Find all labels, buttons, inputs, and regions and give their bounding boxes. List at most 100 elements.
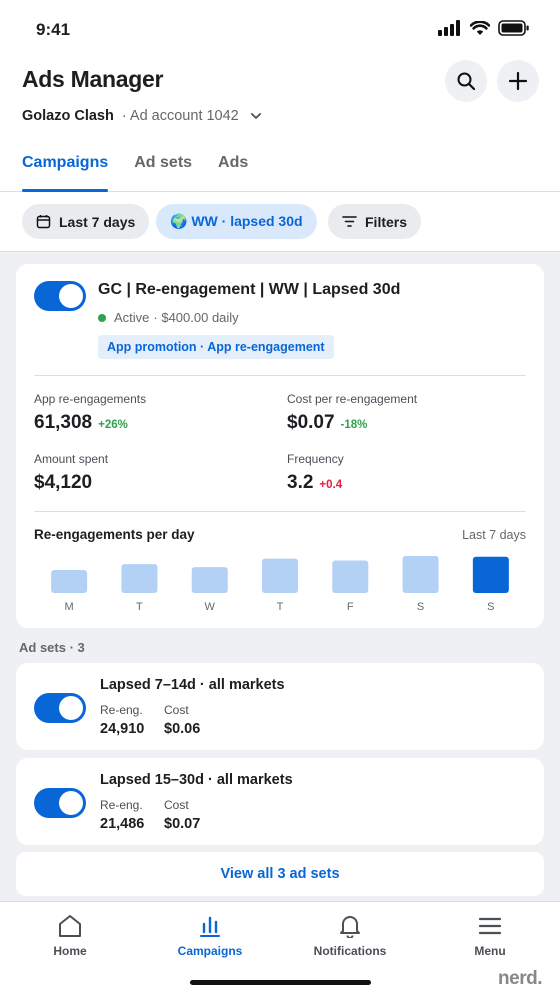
adset-re-engagements: Re-eng. 24,910 [100, 703, 144, 737]
divider [34, 511, 526, 512]
campaign-card[interactable]: GC | Re-engagement | WW | Lapsed 30d Act… [16, 264, 544, 628]
search-icon [457, 72, 476, 91]
hamburger-icon [478, 917, 502, 935]
audience-label: 🌍 WW · lapsed 30d [170, 213, 303, 229]
filter-bar: Last 7 days 🌍 WW · lapsed 30d Filters [0, 192, 560, 252]
nav-label: Home [53, 944, 87, 958]
chart-tick-label: T [277, 601, 284, 613]
metric-frequency: Frequency 3.2 +0.4 [287, 452, 344, 494]
stat-value: 21,486 [100, 816, 145, 832]
chart-title: Re-engagements per day [34, 527, 195, 542]
metric-amount-spent: Amount spent $4,120 [34, 452, 108, 494]
stat-label: Cost [164, 703, 189, 717]
chart-tick-label: S [487, 601, 494, 613]
status-label: Active [114, 310, 150, 325]
page-title: Ads Manager [22, 66, 164, 92]
chart-bar [121, 564, 158, 593]
stat-value: $0.07 [164, 816, 201, 832]
chart-tick-label: M [65, 601, 74, 613]
stat-value: 24,910 [100, 721, 145, 737]
chart-tick-label: W [205, 601, 216, 613]
metric-delta: -18% [340, 419, 368, 431]
account-name: Golazo Clash [22, 108, 114, 124]
adset-cost: Cost $0.06 [164, 703, 200, 737]
metric-value: 61,308 [34, 412, 93, 433]
stat-label: Cost [164, 798, 189, 812]
nav-campaigns[interactable]: Campaigns [140, 914, 280, 958]
tab-bar: Campaigns Ad sets Ads [22, 150, 274, 192]
chart-tick-label: T [136, 601, 143, 613]
campaign-name: GC | Re-engagement | WW | Lapsed 30d [98, 281, 401, 298]
nav-label: Menu [474, 944, 506, 958]
bottom-nav: Home Campaigns Notifications Menu nerd. [0, 901, 560, 996]
campaign-toggle[interactable] [34, 281, 86, 311]
adset-toggle[interactable] [34, 693, 86, 723]
watermark-logo: nerd. [498, 968, 542, 989]
audience-chip[interactable]: 🌍 WW · lapsed 30d [156, 204, 317, 239]
status-icons [438, 20, 530, 36]
account-switcher[interactable]: Golazo Clash · Ad account 1042 [22, 108, 263, 124]
create-button[interactable] [497, 60, 539, 102]
tab-ad-sets[interactable]: Ad sets [134, 150, 192, 192]
status-bar: 9:41 [0, 0, 560, 58]
metric-delta: +0.4 [319, 479, 343, 491]
chart-tick-label: F [347, 601, 354, 613]
bar-chart-icon [200, 916, 220, 937]
adset-card[interactable]: Lapsed 7–14d · all markets Re-eng. 24,91… [16, 663, 544, 750]
plus-icon [508, 71, 528, 91]
chart-bar [472, 556, 509, 593]
adset-name: Lapsed 7–14d · all markets [100, 677, 285, 693]
status-time: 9:41 [36, 20, 71, 39]
metric-cost-per-re-engagement: Cost per re-engagement $0.07 -18% [287, 392, 417, 434]
chart-bar [191, 567, 228, 593]
adset-name: Lapsed 15–30d · all markets [100, 772, 293, 788]
chart-tick-label: S [417, 601, 424, 613]
bell-icon [340, 916, 360, 938]
account-id: · Ad account 1042 [121, 108, 239, 124]
date-range-chip[interactable]: Last 7 days [22, 204, 150, 239]
adset-card[interactable]: Lapsed 15–30d · all markets Re-eng. 21,4… [16, 758, 544, 845]
calendar-icon [36, 215, 51, 229]
filter-icon [342, 216, 357, 227]
search-button[interactable] [445, 60, 487, 102]
metric-value: $4,120 [34, 472, 93, 493]
adset-toggle[interactable] [34, 788, 86, 818]
chart-bar [51, 570, 88, 593]
adset-re-engagements: Re-eng. 21,486 [100, 798, 144, 832]
wifi-icon [470, 20, 490, 35]
filters-chip[interactable]: Filters [328, 204, 422, 239]
stat-label: Re-eng. [100, 798, 143, 812]
objective-badge: App promotion · App re-engagement [98, 335, 334, 359]
campaign-status: Active · $400.00 daily [98, 310, 239, 325]
stat-label: Re-eng. [100, 703, 143, 717]
home-icon [59, 915, 81, 937]
metric-label: Cost per re-engagement [287, 392, 418, 406]
active-status-dot [98, 313, 106, 322]
tab-campaigns[interactable]: Campaigns [22, 150, 109, 192]
nav-label: Notifications [313, 944, 387, 958]
tab-ads[interactable]: Ads [218, 150, 248, 192]
chart-bar [262, 558, 298, 593]
chevron-down-icon [250, 113, 261, 119]
filters-label: Filters [365, 213, 408, 230]
metric-app-re-engagements: App re-engagements 61,308 +26% [34, 392, 146, 434]
header: Ads Manager Golazo Clash · Ad account 10… [0, 58, 560, 192]
home-indicator [190, 980, 371, 985]
stat-value: $0.06 [164, 721, 201, 737]
budget-label: · $400.00 daily [153, 310, 239, 325]
divider [34, 375, 526, 376]
adsets-section-label: Ad sets · 3 [19, 640, 85, 655]
metric-label: Amount spent [34, 452, 109, 466]
nav-menu[interactable]: Menu [420, 914, 560, 958]
nav-home[interactable]: Home [0, 914, 140, 958]
chart-bar [402, 556, 439, 593]
metric-label: Frequency [287, 452, 344, 466]
battery-icon [498, 20, 529, 36]
metric-label: App re-engagements [34, 392, 147, 406]
chart-bar [332, 560, 369, 593]
view-all-adsets-button[interactable]: View all 3 ad sets [16, 852, 544, 896]
nav-notifications[interactable]: Notifications [280, 914, 420, 958]
adset-cost: Cost $0.07 [164, 798, 200, 832]
metric-delta: +26% [98, 419, 128, 431]
nav-label: Campaigns [177, 944, 243, 958]
